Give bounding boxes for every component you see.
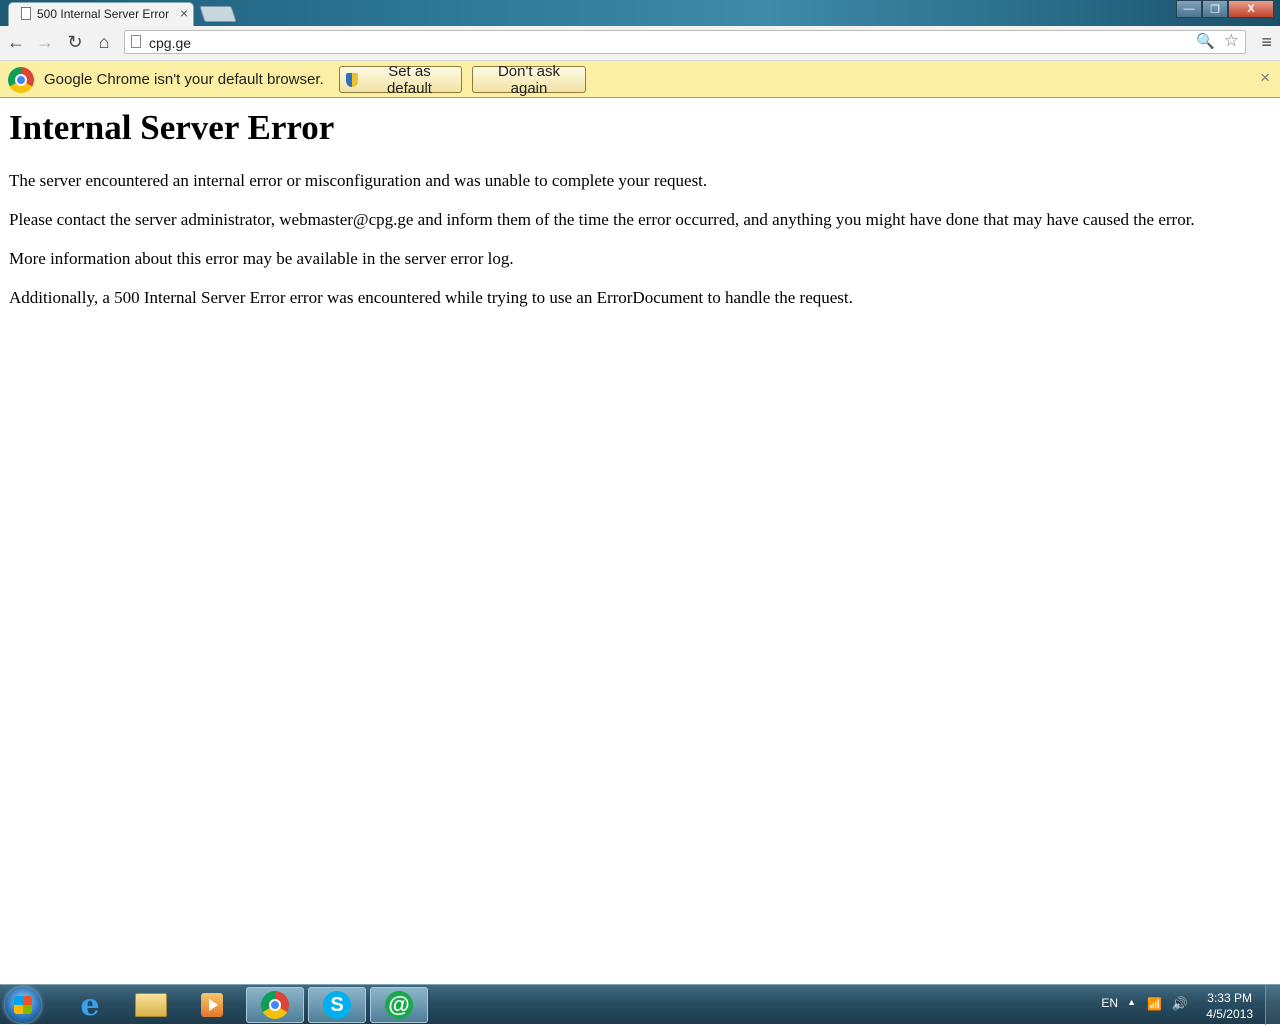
show-hidden-icons-icon[interactable]: ▲ xyxy=(1127,997,1136,1007)
error-paragraph-4: Additionally, a 500 Internal Server Erro… xyxy=(9,288,853,307)
clock[interactable]: 3:33 PM 4/5/2013 xyxy=(1206,990,1253,1022)
zoom-icon[interactable]: 🔍 xyxy=(1196,32,1215,50)
dont-ask-again-label: Don't ask again xyxy=(497,62,561,97)
media-player-icon xyxy=(201,993,223,1017)
back-icon[interactable]: ← xyxy=(6,32,26,53)
chrome-menu-icon[interactable]: ≡ xyxy=(1261,32,1272,53)
bookmark-star-icon[interactable]: ☆ xyxy=(1224,31,1239,51)
minimize-button[interactable]: — xyxy=(1176,0,1202,18)
error-heading: Internal Server Error xyxy=(9,108,335,147)
address-bar[interactable]: 🔍 ☆ xyxy=(124,30,1246,54)
chrome-icon xyxy=(261,991,289,1019)
infobar-close-icon[interactable]: × xyxy=(1260,68,1270,88)
taskbar-mail-agent[interactable]: @ xyxy=(370,987,428,1023)
clock-date: 4/5/2013 xyxy=(1206,1007,1253,1021)
taskbar-media-player[interactable] xyxy=(183,987,241,1023)
window-controls: — ❐ X xyxy=(1176,0,1274,18)
error-paragraph-3: More information about this error may be… xyxy=(9,249,514,268)
taskbar-internet-explorer[interactable]: e xyxy=(61,987,119,1023)
page-info-icon[interactable] xyxy=(131,35,141,48)
folder-icon xyxy=(135,993,167,1017)
page-icon xyxy=(21,7,31,20)
forward-icon[interactable]: → xyxy=(35,32,55,53)
browser-tab[interactable]: 500 Internal Server Error × xyxy=(8,2,194,26)
network-icon[interactable]: 📶 xyxy=(1147,997,1162,1011)
error-paragraph-2: Please contact the server administrator,… xyxy=(9,210,1195,229)
error-paragraph-1: The server encountered an internal error… xyxy=(9,171,708,190)
reload-icon[interactable]: ↻ xyxy=(65,32,85,53)
set-as-default-label: Set as default xyxy=(386,62,432,97)
infobar-message: Google Chrome isn't your default browser… xyxy=(44,71,324,88)
close-window-button[interactable]: X xyxy=(1228,0,1274,18)
dont-ask-again-button[interactable]: Don't ask again xyxy=(472,63,586,97)
uac-shield-icon xyxy=(346,72,358,87)
tab-title: 500 Internal Server Error xyxy=(37,7,170,21)
chrome-logo-icon xyxy=(8,67,34,93)
windows-logo-icon xyxy=(14,996,32,1014)
set-as-default-button[interactable]: Set as default xyxy=(339,63,462,97)
clock-time: 3:33 PM xyxy=(1207,991,1252,1005)
tab-close-icon[interactable]: × xyxy=(180,5,188,21)
home-icon[interactable]: ⌂ xyxy=(94,32,114,53)
taskbar-google-chrome[interactable] xyxy=(246,987,304,1023)
new-tab-button[interactable] xyxy=(199,6,237,22)
skype-icon: S xyxy=(323,991,351,1019)
page-content: Internal Server Error The server encount… xyxy=(9,108,1277,326)
start-button[interactable] xyxy=(5,987,41,1023)
volume-icon[interactable]: 🔊 xyxy=(1172,996,1188,1012)
windows-taskbar: e S @ EN ▲ 📶 🔊 3:33 PM 4/5/2013 xyxy=(0,984,1280,1025)
taskbar-skype[interactable]: S xyxy=(308,987,366,1023)
maximize-button[interactable]: ❐ xyxy=(1202,0,1228,18)
title-bar: 500 Internal Server Error × — ❐ X xyxy=(0,0,1280,26)
taskbar-windows-explorer[interactable] xyxy=(122,987,180,1023)
internet-explorer-icon: e xyxy=(80,987,100,1023)
browser-toolbar: ← → ↻ ⌂ 🔍 ☆ ≡ xyxy=(0,26,1280,61)
language-indicator[interactable]: EN xyxy=(1101,996,1118,1010)
url-input[interactable] xyxy=(147,33,1191,53)
show-desktop-button[interactable] xyxy=(1265,985,1280,1025)
default-browser-infobar: Google Chrome isn't your default browser… xyxy=(0,61,1280,98)
mail-agent-icon: @ xyxy=(385,991,413,1019)
